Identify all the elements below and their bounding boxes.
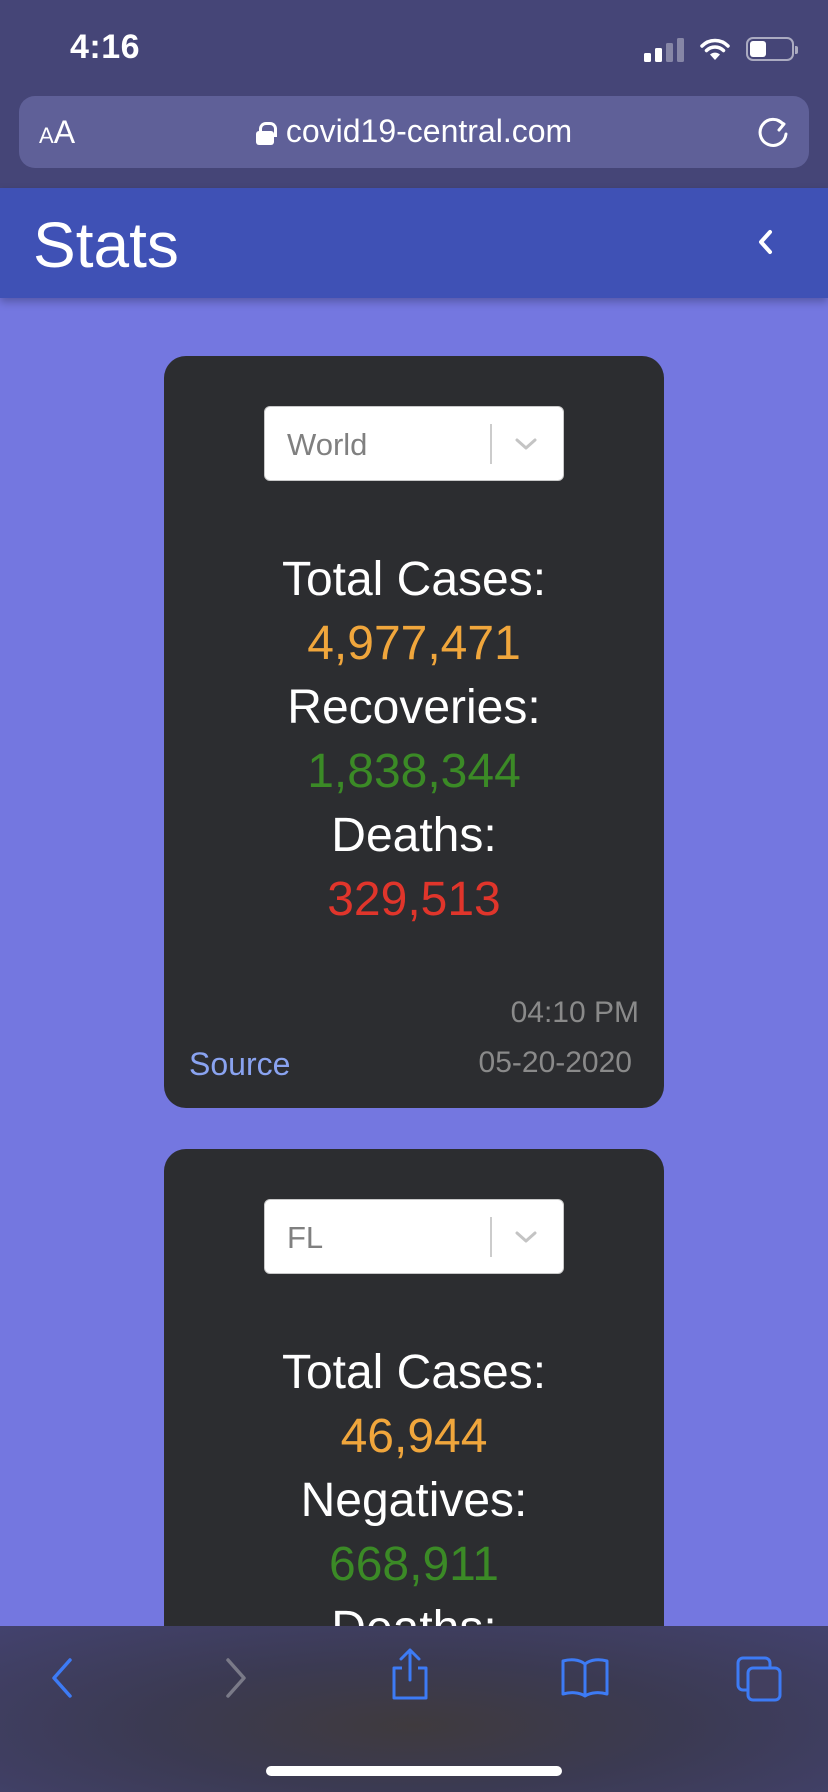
- reload-icon[interactable]: [753, 112, 793, 152]
- stat-label-negatives: Negatives:: [300, 1474, 528, 1527]
- tabs-icon[interactable]: [734, 1654, 786, 1706]
- stat-value-total-cases: 4,977,471: [307, 617, 521, 670]
- browser-top-bar: 4:16 AA covid19-central.com: [0, 0, 828, 188]
- stats-card-world: World Total Cases: 4,977,471 Recoveries:…: [164, 356, 664, 1108]
- region-select-value: FL: [287, 1220, 324, 1255]
- home-indicator[interactable]: [266, 1766, 562, 1776]
- address-bar[interactable]: AA covid19-central.com: [19, 96, 809, 168]
- app-header: Stats: [0, 188, 828, 298]
- bookmarks-icon[interactable]: [560, 1656, 610, 1698]
- cellular-signal-icon: [644, 36, 684, 62]
- page-title: Stats: [33, 209, 179, 281]
- stats-list: Total Cases: 46,944 Negatives: 668,911 D…: [164, 1341, 664, 1661]
- stat-value-recoveries: 1,838,344: [307, 745, 521, 798]
- chevron-down-icon[interactable]: [513, 431, 539, 457]
- lock-icon: [255, 122, 277, 145]
- select-divider: [490, 1217, 492, 1257]
- battery-icon: [746, 37, 798, 61]
- stat-value-negatives: 668,911: [329, 1538, 499, 1591]
- stat-label-total-cases: Total Cases:: [281, 1346, 547, 1399]
- stat-value-deaths: 329,513: [327, 873, 501, 926]
- status-icons: [644, 34, 798, 64]
- updated-date: 05-20-2020: [478, 1046, 632, 1079]
- region-select[interactable]: World: [264, 406, 564, 481]
- stat-label-deaths: Deaths:: [331, 809, 497, 862]
- stat-label-recoveries: Recoveries:: [287, 681, 541, 734]
- chevron-left-icon[interactable]: [754, 226, 778, 258]
- stat-label-total-cases: Total Cases:: [281, 553, 547, 606]
- source-link[interactable]: Source: [189, 1046, 290, 1083]
- url-text: covid19-central.com: [285, 113, 573, 149]
- updated-time: 04:10 PM: [510, 996, 639, 1029]
- forward-icon[interactable]: [218, 1654, 252, 1702]
- region-select-value: World: [287, 427, 368, 462]
- stat-value-total-cases: 46,944: [340, 1410, 488, 1463]
- wifi-icon: [700, 38, 730, 60]
- stats-list: Total Cases: 4,977,471 Recoveries: 1,838…: [164, 548, 664, 932]
- select-divider: [490, 424, 492, 464]
- url-display[interactable]: covid19-central.com: [19, 113, 809, 150]
- region-select[interactable]: FL: [264, 1199, 564, 1274]
- share-icon[interactable]: [388, 1646, 432, 1702]
- chevron-down-icon[interactable]: [513, 1224, 539, 1250]
- status-time: 4:16: [70, 28, 141, 66]
- back-icon[interactable]: [46, 1654, 80, 1702]
